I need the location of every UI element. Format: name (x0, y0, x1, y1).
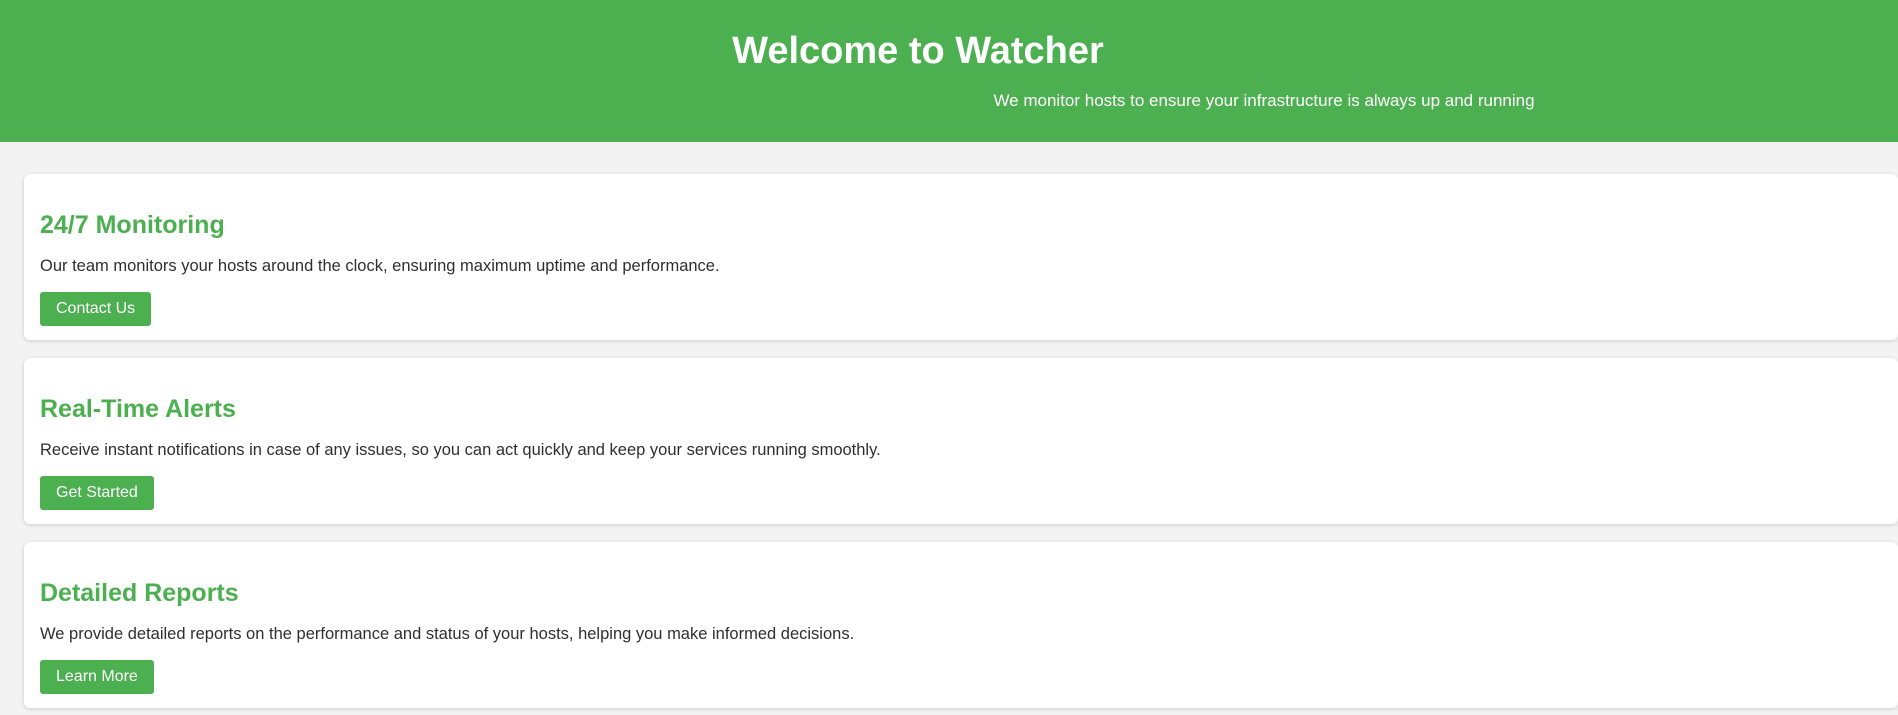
feature-description: Receive instant notifications in case of… (40, 441, 881, 459)
feature-title: Detailed Reports (40, 579, 239, 607)
feature-card-monitoring: 24/7 Monitoring Our team monitors your h… (24, 174, 1898, 340)
feature-title: 24/7 Monitoring (40, 211, 225, 239)
page-subtitle: We monitor hosts to ensure your infrastr… (993, 91, 1535, 110)
welcome-banner: Welcome to Watcher We monitor hosts to e… (0, 0, 1898, 142)
page-title: Welcome to Watcher (732, 30, 1104, 72)
get-started-button[interactable]: Get Started (40, 476, 154, 510)
contact-us-button[interactable]: Contact Us (40, 292, 152, 326)
feature-title: Real-Time Alerts (40, 395, 236, 423)
feature-description: Our team monitors your hosts around the … (40, 257, 720, 275)
feature-card-reports: Detailed Reports We provide detailed rep… (24, 542, 1898, 708)
feature-description: We provide detailed reports on the perfo… (40, 625, 855, 643)
feature-card-alerts: Real-Time Alerts Receive instant notific… (24, 358, 1898, 524)
learn-more-button[interactable]: Learn More (40, 660, 154, 694)
